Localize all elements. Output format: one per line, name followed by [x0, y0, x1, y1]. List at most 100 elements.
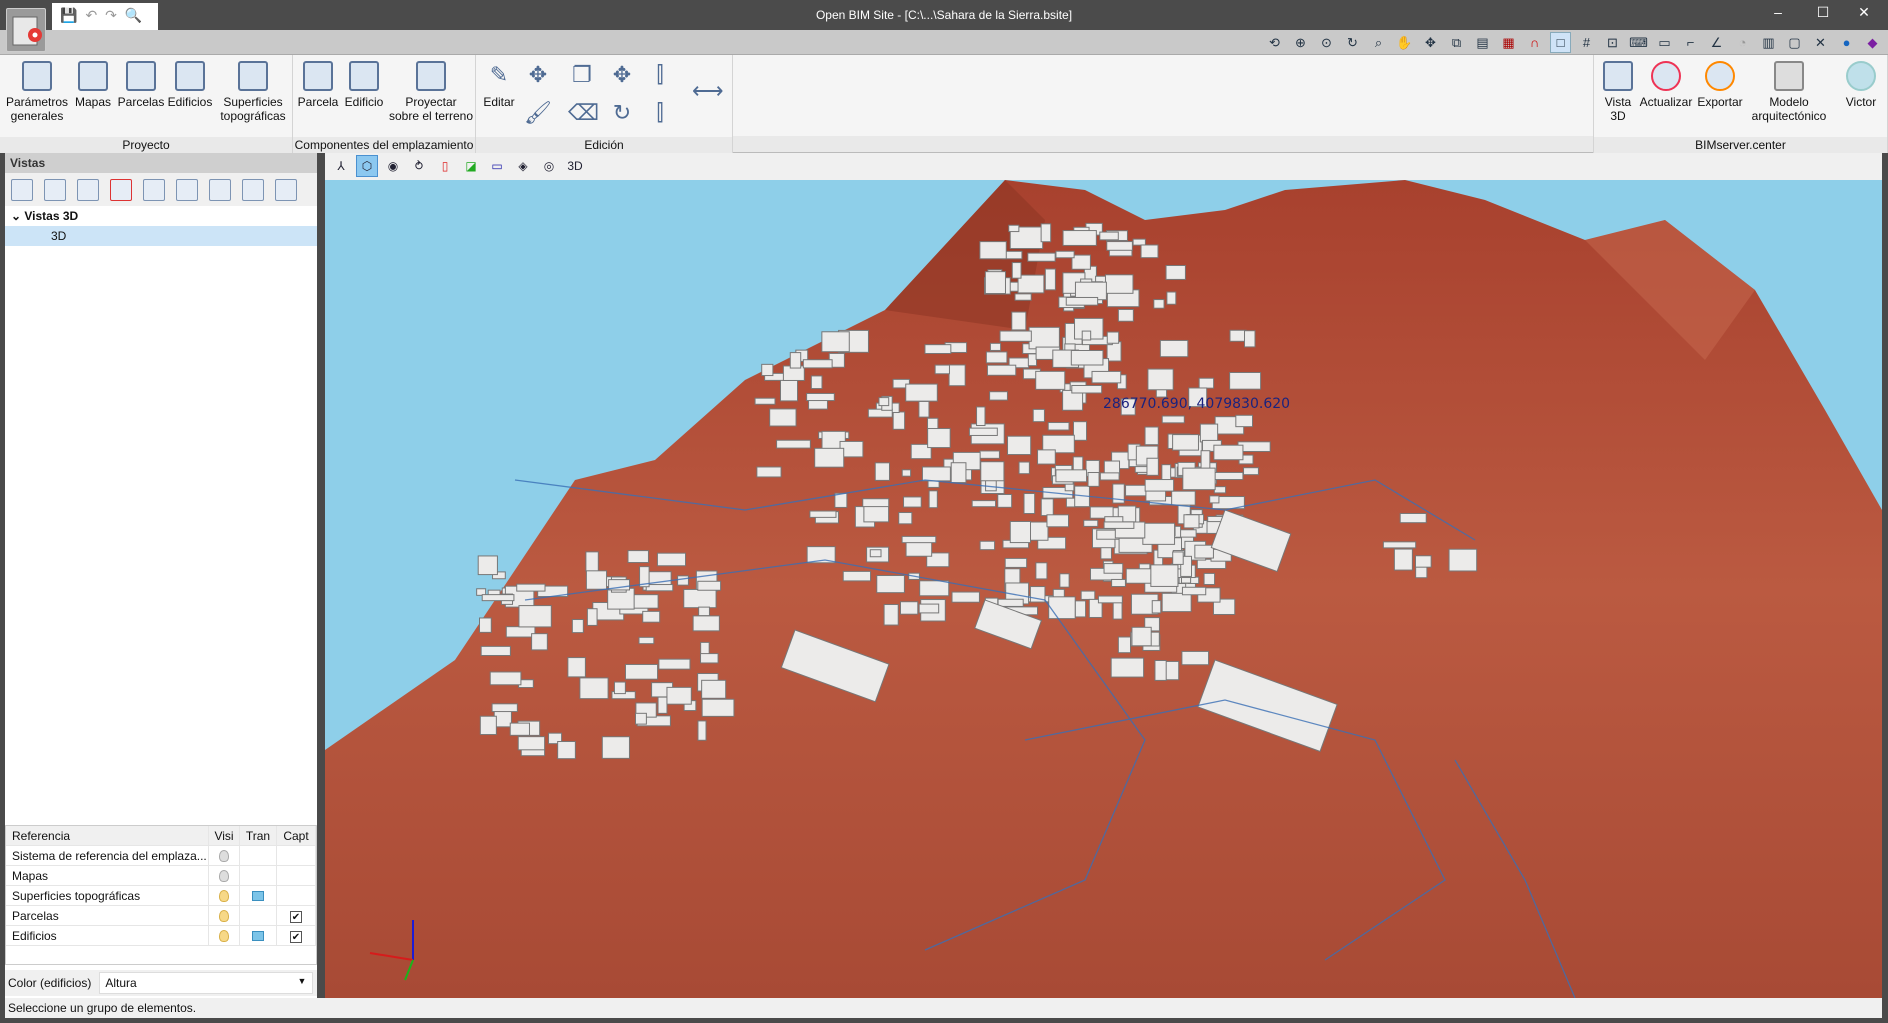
tools-icon[interactable]: ✕	[1811, 33, 1830, 52]
camera-icon[interactable]	[176, 179, 198, 201]
visibility-bulb-icon[interactable]	[219, 890, 229, 902]
mirror-copy-icon[interactable]: ⫿	[646, 99, 674, 127]
delete-view-icon[interactable]	[110, 179, 132, 201]
edit-view-icon[interactable]	[44, 179, 66, 201]
measure-ruler-icon[interactable]: ⟷	[692, 77, 724, 105]
eraser-icon[interactable]: ⌫	[568, 99, 599, 127]
regenerate-icon[interactable]: ↻	[1343, 33, 1362, 52]
layers-icon[interactable]: ▥	[1759, 33, 1778, 52]
rotate-icon[interactable]: ↻	[608, 99, 636, 127]
view-eye-icon[interactable]	[143, 179, 165, 201]
angle-icon[interactable]: ∠	[1707, 33, 1726, 52]
user-account-button[interactable]: Victor	[1836, 61, 1886, 109]
redo-icon[interactable]: ↷	[105, 7, 117, 26]
perspective-icon[interactable]: ⬡	[356, 155, 378, 177]
move-vertex-icon[interactable]: ✥	[524, 61, 552, 89]
proyectar-terreno-button[interactable]: Proyectar sobre el terreno	[387, 61, 475, 123]
measure-icon[interactable]: ▭	[1655, 33, 1674, 52]
move-icon[interactable]: ✥	[608, 61, 636, 89]
transparency-cube-icon[interactable]	[252, 931, 264, 941]
zoom-previous-icon[interactable]: ⟲	[1265, 33, 1284, 52]
save-icon[interactable]: 💾	[60, 7, 77, 26]
orbit-icon[interactable]: ✥	[1421, 33, 1440, 52]
brush-icon[interactable]: 🖌	[524, 99, 552, 127]
3d-settings-icon[interactable]: 3D	[565, 156, 585, 176]
group-label: Proyecto	[0, 137, 292, 153]
capture-checkbox[interactable]: ✔	[290, 931, 302, 943]
tree-item-3d[interactable]: 3D	[5, 226, 317, 246]
frame-icon[interactable]: □	[1550, 32, 1571, 53]
color-select[interactable]: Altura ▼	[99, 972, 314, 994]
table-row[interactable]: Sistema de referencia del emplaza...	[6, 846, 316, 866]
copy-view-icon[interactable]	[77, 179, 99, 201]
building-block	[918, 400, 930, 418]
keyboard-icon[interactable]: ⌨	[1629, 33, 1648, 52]
mapas-button[interactable]: Mapas	[70, 61, 116, 109]
app-menu-icon[interactable]	[6, 8, 46, 52]
zoom-all-icon[interactable]: ⊕	[1291, 33, 1310, 52]
edificios-button[interactable]: Edificios	[166, 61, 214, 109]
building-block	[698, 606, 710, 617]
window-zoom-icon[interactable]: ⧉	[1447, 33, 1466, 52]
crop-icon[interactable]: ⌐	[1681, 33, 1700, 52]
axes-icon[interactable]: ⅄	[331, 156, 351, 176]
zoom-window-icon[interactable]: ⌕	[1369, 33, 1388, 52]
section-export-icon[interactable]	[275, 179, 297, 201]
exportar-button[interactable]: Exportar	[1694, 61, 1746, 109]
table-row[interactable]: Superficies topográficas	[6, 886, 316, 906]
parcelas-button[interactable]: Parcelas	[116, 61, 166, 109]
terrain-scene[interactable]	[325, 180, 1882, 998]
help-book-icon[interactable]: ◆	[1863, 33, 1882, 52]
rotate-view-icon[interactable]: ⥁	[409, 156, 429, 176]
editar-button[interactable]: ✎ Editar	[476, 61, 522, 109]
clip-red-icon[interactable]: ▯	[435, 156, 455, 176]
rotate-disabled-icon[interactable]: ◔	[1733, 33, 1752, 52]
table-row[interactable]: Mapas	[6, 866, 316, 886]
zoom-x2-icon[interactable]: ⊙	[1317, 33, 1336, 52]
actualizar-button[interactable]: Actualizar	[1638, 61, 1694, 109]
pan-hand-icon[interactable]: ✋	[1395, 33, 1414, 52]
undo-icon[interactable]: ↶	[85, 7, 97, 26]
tree-group-vistas-3d[interactable]: ⌄ Vistas 3D	[5, 206, 317, 226]
magnet-icon[interactable]: ∩	[1525, 33, 1544, 52]
globe-icon[interactable]: ●	[1837, 33, 1856, 52]
open-section-icon[interactable]	[242, 179, 264, 201]
vista-3d-button[interactable]: Vista 3D	[1598, 61, 1638, 123]
visibility-bulb-icon[interactable]	[219, 930, 229, 942]
edificio-button[interactable]: Edificio	[341, 61, 387, 109]
search-icon[interactable]: 🔍	[125, 7, 142, 26]
visibility-bulb-icon[interactable]	[219, 910, 229, 922]
visibility-bulb-icon[interactable]	[219, 850, 229, 862]
transparency-cube-icon[interactable]	[252, 891, 264, 901]
mirror-icon[interactable]: ⫿	[646, 61, 674, 89]
hide-eye-icon[interactable]: ◎	[539, 156, 559, 176]
camera-export-icon[interactable]	[209, 179, 231, 201]
table-row[interactable]: Edificios ✔	[6, 926, 316, 946]
building-block	[516, 583, 546, 592]
parcela-button[interactable]: Parcela	[295, 61, 341, 109]
close-button[interactable]: ✕	[1844, 4, 1884, 26]
3d-viewport[interactable]: ⅄ ⬡ ◉ ⥁ ▯ ◪ ▭ ◈ ◎ 3D 286770.690, 4079830…	[325, 153, 1882, 998]
new-view-icon[interactable]	[11, 179, 33, 201]
clip-green-icon[interactable]: ◪	[461, 156, 481, 176]
visibility-bulb-icon[interactable]	[219, 870, 229, 882]
modelo-arquitectonico-button[interactable]: Modelo arquitectónico	[1749, 61, 1829, 123]
grid-icon[interactable]: #	[1577, 33, 1596, 52]
copy-icon[interactable]: ❐	[568, 61, 596, 89]
superficies-topograficas-button[interactable]: Superficies topográficas	[216, 61, 290, 123]
parametros-generales-button[interactable]: Parámetros generales	[6, 61, 68, 123]
table-row[interactable]: Parcelas ✔	[6, 906, 316, 926]
comment-icon[interactable]: ▢	[1785, 33, 1804, 52]
orbit-view-icon[interactable]: ◉	[383, 156, 403, 176]
layers-3d-icon[interactable]: ◈	[513, 156, 533, 176]
minimize-button[interactable]: –	[1758, 4, 1798, 26]
building-block	[1178, 529, 1197, 538]
clip-blue-icon[interactable]: ▭	[487, 156, 507, 176]
capture-checkbox[interactable]: ✔	[290, 911, 302, 923]
maximize-button[interactable]: ☐	[1803, 4, 1843, 26]
snap-point-icon[interactable]: ⊡	[1603, 33, 1622, 52]
dxf-layers-icon[interactable]: ▦	[1499, 33, 1518, 52]
building-block	[479, 617, 492, 633]
dxf-dwg-icon[interactable]: ▤	[1473, 33, 1492, 52]
building-block	[901, 535, 937, 544]
